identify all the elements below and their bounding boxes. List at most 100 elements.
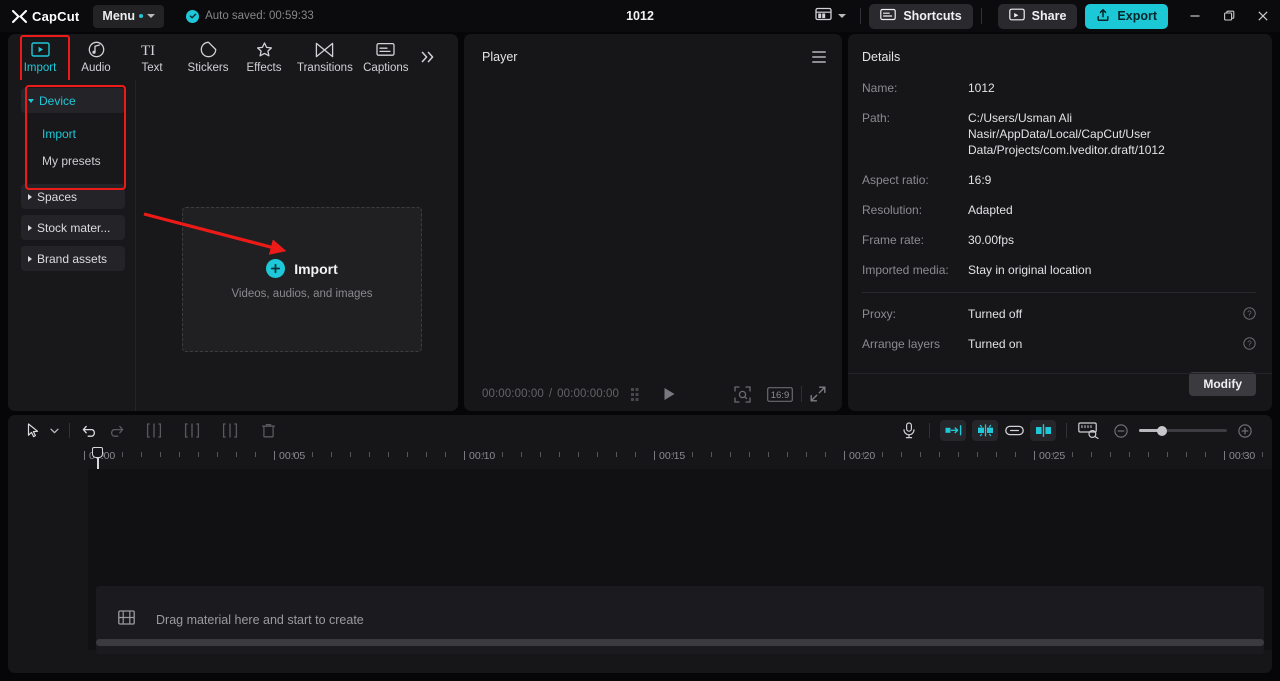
detail-value-resolution: Adapted [968, 202, 1013, 218]
nav-header-device-label: Device [39, 94, 76, 108]
zoom-out-icon[interactable] [1108, 420, 1134, 442]
undo-icon[interactable] [77, 420, 103, 442]
nav-header-spaces[interactable]: Spaces [21, 184, 125, 209]
ruler-tick-minor [939, 452, 940, 457]
effects-sparkle-icon [255, 40, 274, 59]
ruler-tick-minor [217, 452, 218, 457]
play-button[interactable] [663, 387, 676, 401]
trim-left-icon[interactable] [179, 420, 205, 442]
detail-row-frame-rate: Frame rate: 30.00fps [862, 232, 1256, 248]
nav-item-import[interactable]: Import [21, 120, 125, 147]
import-dropzone[interactable]: Import Videos, audios, and images [182, 207, 422, 352]
ruler-tick-minor [521, 452, 522, 457]
split-icon[interactable] [141, 420, 167, 442]
tab-import[interactable]: Import [12, 34, 68, 80]
modify-button[interactable]: Modify [1189, 372, 1256, 396]
library-body: Device Import My presets Spaces [8, 80, 458, 411]
delete-icon[interactable] [255, 420, 281, 442]
ruler-tick-minor [559, 452, 560, 457]
zoom-to-fit-icon[interactable] [1074, 420, 1104, 442]
ruler-tick-minor [616, 452, 617, 457]
frame-step-icon[interactable] [631, 388, 649, 401]
tab-captions[interactable]: Captions [358, 34, 414, 80]
export-button[interactable]: Export [1085, 4, 1168, 29]
app-logo: CapCut [12, 9, 79, 24]
ruler-tick-minor [578, 452, 579, 457]
tab-text[interactable]: TI Text [124, 34, 180, 80]
ruler-tick-minor [825, 452, 826, 457]
ruler-tick-minor [122, 452, 123, 457]
nav-header-brand-assets-label: Brand assets [37, 252, 107, 266]
tab-effects[interactable]: Effects [236, 34, 292, 80]
nav-item-my-presets[interactable]: My presets [21, 147, 125, 174]
menu-label: Menu [102, 9, 135, 23]
player-canvas[interactable] [464, 80, 842, 377]
minimize-button[interactable] [1178, 0, 1212, 32]
audio-note-icon [88, 40, 105, 59]
ruler-tick-minor [540, 452, 541, 457]
text-ti-icon: TI [141, 40, 163, 59]
ruler-tick-major [1034, 451, 1035, 460]
select-cursor-icon[interactable] [20, 420, 46, 442]
import-dropzone-label: Import [294, 261, 338, 277]
more-tabs-button[interactable] [414, 34, 442, 80]
ruler-tick-minor [996, 452, 997, 457]
help-icon[interactable]: ? [1243, 307, 1256, 325]
tab-effects-label: Effects [247, 62, 282, 74]
tab-audio[interactable]: Audio [68, 34, 124, 80]
capcut-logo-icon [12, 10, 27, 23]
maximize-button[interactable] [1212, 0, 1246, 32]
ruler-tick-minor [1262, 452, 1263, 457]
tab-captions-label: Captions [363, 62, 408, 74]
ruler-tick-minor [863, 452, 864, 457]
timeline-zoom-slider[interactable] [1108, 420, 1258, 442]
detail-row-proxy: Proxy: Turned off ? [862, 306, 1256, 322]
microphone-icon[interactable] [896, 420, 922, 442]
detail-value-imported-media: Stay in original location [968, 262, 1091, 278]
timeline-ruler[interactable]: 00:0000:0500:1000:1500:2000:2500:30 [8, 446, 1272, 469]
help-icon[interactable]: ? [1243, 337, 1256, 355]
playhead-handle[interactable] [92, 447, 103, 458]
share-button[interactable]: Share [998, 4, 1078, 29]
timeline-horizontal-scrollbar[interactable] [96, 639, 1264, 646]
ruler-tick-minor [1167, 452, 1168, 457]
ruler-tick-minor [369, 452, 370, 457]
ruler-tick-minor [806, 452, 807, 457]
ruler-tick-minor [1053, 452, 1054, 457]
detail-key: Aspect ratio: [862, 172, 968, 188]
detail-key: Imported media: [862, 262, 968, 278]
link-chain-icon[interactable] [1001, 420, 1027, 442]
mirror-split-icon[interactable] [1030, 420, 1056, 441]
player-current-time: 00:00:00:00 [482, 388, 544, 400]
zoom-in-icon[interactable] [1232, 420, 1258, 442]
tab-transitions[interactable]: Transitions [292, 34, 358, 80]
nav-header-stock-materials[interactable]: Stock mater... [21, 215, 125, 240]
timeline-playhead[interactable] [92, 447, 103, 469]
zoom-slider-knob[interactable] [1157, 426, 1167, 436]
keyboard-icon [880, 8, 896, 24]
trim-right-icon[interactable] [217, 420, 243, 442]
share-screen-icon [1009, 8, 1025, 24]
tab-stickers-label: Stickers [188, 62, 229, 74]
ruler-tick-major [84, 451, 85, 460]
nav-header-brand-assets[interactable]: Brand assets [21, 246, 125, 271]
snap-magnet-icon[interactable] [972, 420, 998, 441]
scrollbar-thumb[interactable] [96, 639, 1264, 646]
player-menu-icon[interactable] [812, 51, 826, 63]
tab-stickers[interactable]: Stickers [180, 34, 236, 80]
shortcuts-button[interactable]: Shortcuts [869, 4, 972, 29]
ruler-tick-minor [293, 452, 294, 457]
auto-fill-icon[interactable] [940, 420, 966, 441]
layout-switch-button[interactable] [807, 7, 852, 26]
ruler-tick-minor [179, 452, 180, 457]
zoom-fit-icon[interactable] [734, 386, 751, 403]
close-button[interactable] [1246, 0, 1280, 32]
zoom-slider-track[interactable] [1139, 429, 1227, 432]
fullscreen-icon[interactable] [810, 386, 826, 402]
cursor-dropdown-icon[interactable] [46, 420, 62, 442]
redo-icon[interactable] [103, 420, 129, 442]
menu-button[interactable]: Menu [93, 5, 164, 28]
nav-header-device[interactable]: Device [21, 88, 125, 113]
aspect-ratio-button[interactable]: 16:9 [767, 387, 793, 402]
ruler-tick-minor [692, 452, 693, 457]
